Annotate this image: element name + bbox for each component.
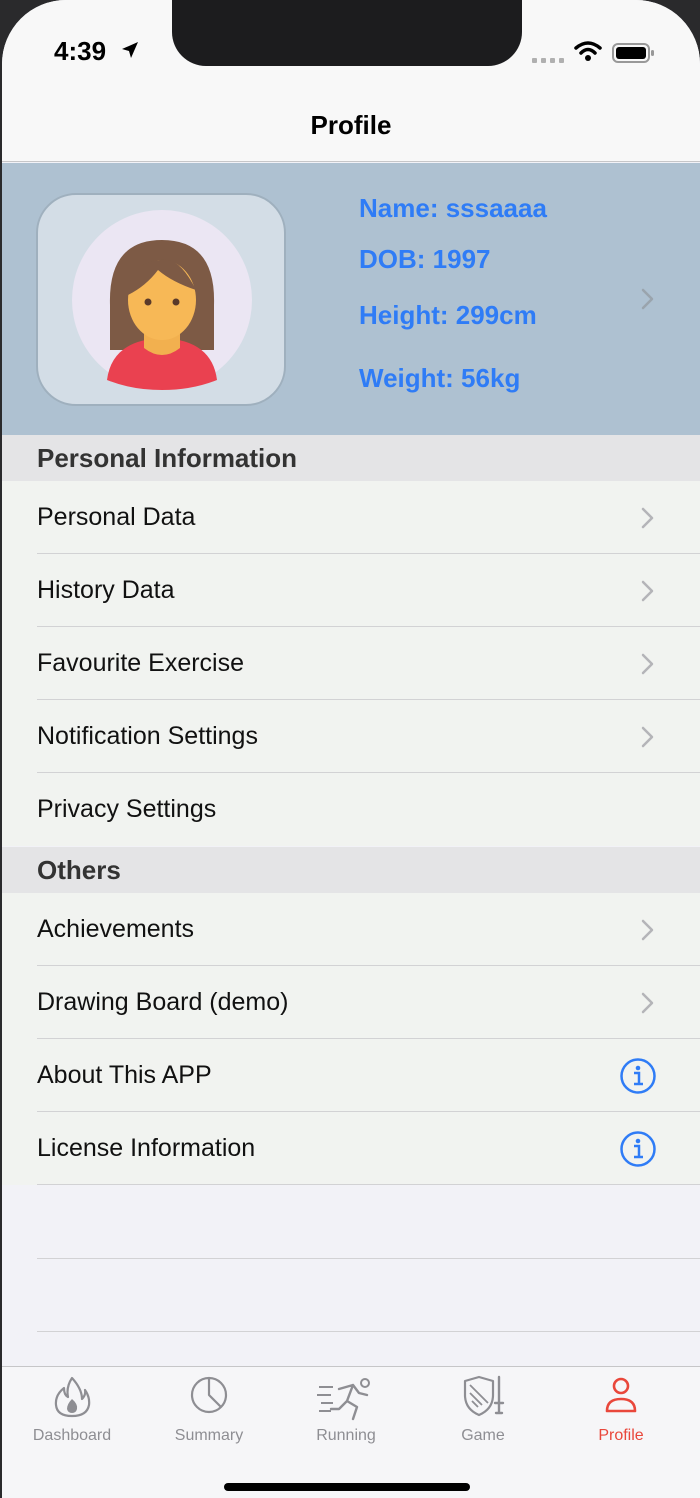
tab-label: Summary	[174, 1427, 244, 1444]
chevron-right-icon	[641, 507, 654, 529]
navigation-bar: Profile	[2, 100, 700, 162]
runner-icon	[317, 1378, 370, 1421]
tab-summary[interactable]: Summary	[139, 1367, 279, 1457]
section-header-personal: Personal Information	[2, 435, 700, 481]
chevron-right-icon	[641, 580, 654, 602]
home-indicator[interactable]	[224, 1483, 470, 1491]
avatar-icon	[72, 210, 252, 390]
pie-chart-icon	[190, 1376, 228, 1414]
list-item-privacy-settings[interactable]: Privacy Settings	[2, 773, 700, 846]
chevron-right-icon	[641, 919, 654, 941]
wifi-icon	[574, 41, 602, 61]
list-item-history-data[interactable]: History Data	[2, 554, 700, 627]
tab-label: Dashboard	[32, 1427, 112, 1444]
tab-running[interactable]: Running	[276, 1367, 416, 1457]
info-icon[interactable]	[619, 1057, 657, 1095]
row-divider	[37, 1184, 700, 1185]
chevron-right-icon	[641, 653, 654, 675]
person-icon	[605, 1377, 637, 1413]
profile-weight: Weight: 56kg	[359, 363, 521, 393]
list-item-label: Drawing Board (demo)	[37, 988, 289, 1016]
chevron-right-icon	[641, 288, 654, 310]
section-title: Others	[37, 855, 121, 885]
tab-game[interactable]: Game	[413, 1367, 553, 1457]
signal-icon	[532, 58, 564, 63]
section-title: Personal Information	[37, 443, 298, 473]
empty-row-divider	[37, 1331, 700, 1332]
list-item-drawing-board[interactable]: Drawing Board (demo)	[2, 966, 700, 1039]
list-item-label: Achievements	[37, 915, 195, 943]
tab-profile[interactable]: Profile	[551, 1367, 691, 1457]
chevron-right-icon	[641, 992, 654, 1014]
list-item-label: Notification Settings	[37, 722, 258, 750]
tab-bar: Dashboard Summary Running Game Profile	[2, 1366, 700, 1498]
profile-name: Name: sssaaaa	[359, 193, 547, 223]
tab-label: Profile	[598, 1427, 644, 1444]
chevron-right-icon	[641, 726, 654, 748]
tab-label: Running	[316, 1427, 376, 1444]
list-item-license-information[interactable]: License Information	[2, 1112, 700, 1185]
page-title: Profile	[310, 110, 392, 140]
empty-row-divider	[37, 1258, 700, 1259]
list-item-about-app[interactable]: About This APP	[2, 1039, 700, 1112]
location-arrow-icon	[122, 42, 138, 58]
avatar-frame	[36, 193, 286, 406]
list-item-notification-settings[interactable]: Notification Settings	[2, 700, 700, 773]
info-icon[interactable]	[619, 1130, 657, 1168]
list-item-label: Personal Data	[37, 503, 196, 531]
list-item-label: Favourite Exercise	[37, 649, 245, 677]
list-item-label: History Data	[37, 576, 175, 604]
profile-height: Height: 299cm	[359, 300, 537, 330]
list-item-personal-data[interactable]: Personal Data	[2, 481, 700, 554]
status-time: 4:39	[54, 36, 107, 66]
list-item-label: Privacy Settings	[37, 795, 217, 823]
tab-label: Game	[461, 1427, 505, 1444]
profile-dob: DOB: 1997	[359, 244, 491, 274]
tab-dashboard[interactable]: Dashboard	[2, 1367, 142, 1457]
flame-icon	[54, 1376, 91, 1418]
list-item-favourite-exercise[interactable]: Favourite Exercise	[2, 627, 700, 700]
device-notch	[172, 0, 522, 66]
phone-screen: 4:39 Profile Name: sssaaaa DOB: 1997 Hei…	[2, 0, 700, 1498]
section-header-others: Others	[2, 847, 700, 893]
list-item-label: About This APP	[37, 1061, 212, 1089]
shield-sword-icon	[463, 1375, 505, 1417]
list-item-label: License Information	[37, 1134, 256, 1162]
battery-icon	[612, 43, 654, 63]
profile-summary-card[interactable]: Name: sssaaaa DOB: 1997 Height: 299cm We…	[2, 163, 700, 435]
list-item-achievements[interactable]: Achievements	[2, 893, 700, 966]
